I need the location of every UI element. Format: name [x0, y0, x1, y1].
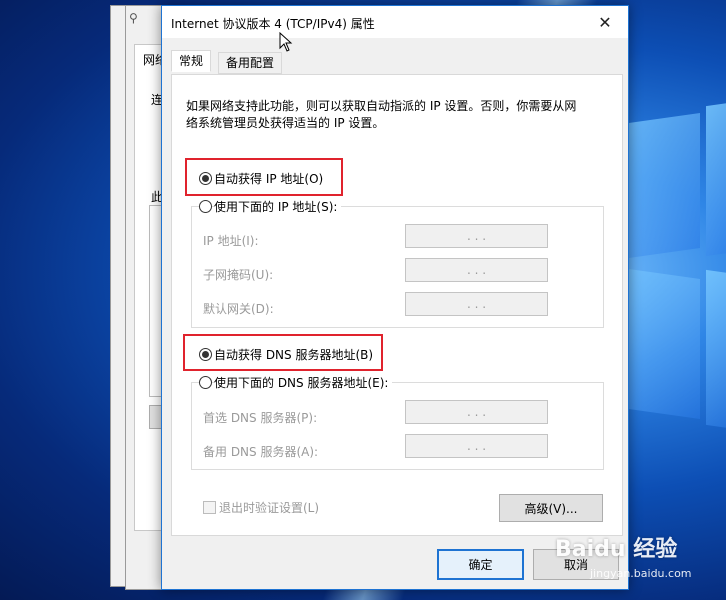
baidu-watermark-logo: Baidu 经验	[555, 537, 678, 562]
advanced-button-label: 高级(V)...	[524, 501, 578, 516]
auto-dns-label[interactable]: 自动获得 DNS 服务器地址(B)	[214, 346, 373, 363]
ok-button-label: 确定	[468, 558, 493, 572]
mouse-pointer-icon	[279, 32, 293, 52]
validate-on-exit-label[interactable]: 退出时验证设置(L)	[219, 499, 319, 516]
preferred-dns-field[interactable]: . . .	[405, 400, 548, 424]
baidu-watermark-url: jingyan.baidu.com	[590, 567, 692, 580]
manual-ip-label[interactable]: 使用下面的 IP 地址(S):	[214, 198, 342, 215]
subnet-mask-label: 子网掩码(U):	[203, 268, 274, 282]
subnet-mask-value: . . .	[466, 263, 487, 277]
general-tab-panel: 如果网络支持此功能，则可以获取自动指派的 IP 设置。否则，你需要从网 络系统管…	[171, 74, 623, 536]
preferred-dns-label: 首选 DNS 服务器(P):	[203, 411, 318, 425]
manual-dns-label[interactable]: 使用下面的 DNS 服务器地址(E):	[214, 374, 393, 391]
description-line-2: 络系统管理员处获得适当的 IP 设置。	[186, 116, 385, 130]
ip-address-field[interactable]: . . .	[405, 224, 548, 248]
auto-ip-label[interactable]: 自动获得 IP 地址(O)	[214, 170, 323, 187]
alternate-dns-value: . . .	[466, 439, 487, 453]
windows-logo-pane	[706, 269, 726, 430]
dialog-title: Internet 协议版本 4 (TCP/IPv4) 属性	[171, 17, 375, 31]
network-icon: ⚲	[129, 11, 138, 25]
description-line-1: 如果网络支持此功能，则可以获取自动指派的 IP 设置。否则，你需要从网	[186, 99, 577, 113]
tab-general-label: 常规	[179, 54, 204, 68]
validate-on-exit-checkbox[interactable]	[203, 501, 216, 514]
subnet-mask-field[interactable]: . . .	[405, 258, 548, 282]
preferred-dns-value: . . .	[466, 405, 487, 419]
advanced-button[interactable]: 高级(V)...	[499, 494, 603, 522]
default-gateway-label: 默认网关(D):	[203, 302, 274, 316]
ip-address-label: IP 地址(I):	[203, 234, 259, 248]
tab-alternate-config[interactable]: 备用配置	[218, 52, 283, 74]
alternate-dns-field[interactable]: . . .	[405, 434, 548, 458]
auto-ip-radio[interactable]	[199, 172, 212, 185]
title-bar: Internet 协议版本 4 (TCP/IPv4) 属性 ✕	[162, 6, 628, 38]
close-icon: ✕	[598, 12, 612, 32]
default-gateway-field[interactable]: . . .	[405, 292, 548, 316]
close-button[interactable]: ✕	[582, 6, 628, 38]
tab-general[interactable]: 常规	[171, 50, 212, 72]
manual-dns-radio[interactable]	[199, 376, 212, 389]
ok-button[interactable]: 确定	[437, 549, 524, 580]
windows-logo-pane	[706, 101, 726, 257]
tcpipv4-properties-dialog: Internet 协议版本 4 (TCP/IPv4) 属性 ✕ 常规 备用配置 …	[161, 5, 629, 590]
auto-dns-radio[interactable]	[199, 348, 212, 361]
tab-alternate-config-label: 备用配置	[226, 56, 275, 70]
manual-ip-radio[interactable]	[199, 200, 212, 213]
ip-address-value: . . .	[466, 229, 487, 243]
default-gateway-value: . . .	[466, 297, 487, 311]
alternate-dns-label: 备用 DNS 服务器(A):	[203, 445, 319, 459]
